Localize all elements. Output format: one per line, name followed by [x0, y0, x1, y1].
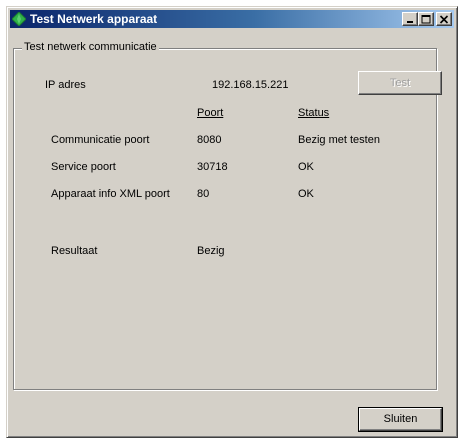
row-label-xml-port: Apparaat info XML poort [51, 188, 170, 200]
caption-buttons [402, 12, 452, 26]
ip-value: 192.168.15.221 [212, 79, 289, 91]
test-button[interactable]: Test [358, 71, 442, 95]
title-bar[interactable]: Test Netwerk apparaat [10, 10, 454, 28]
row-port-communication: 8080 [197, 134, 222, 146]
status-column-header: Status [298, 107, 330, 119]
row-status-service: OK [298, 161, 314, 173]
ip-label: IP adres [45, 79, 86, 91]
green-diamond-icon [11, 11, 27, 27]
close-dialog-button[interactable]: Sluiten [358, 407, 443, 432]
port-column-header: Poort [197, 107, 224, 119]
minimize-button[interactable] [402, 12, 418, 26]
close-button[interactable] [436, 12, 452, 26]
row-status-xml: OK [298, 188, 314, 200]
row-label-service-port: Service poort [51, 161, 116, 173]
row-label-communication-port: Communicatie poort [51, 134, 150, 146]
maximize-button[interactable] [418, 12, 434, 26]
row-port-service: 30718 [197, 161, 228, 173]
maximize-icon [421, 15, 431, 24]
result-value: Bezig [197, 245, 225, 257]
minimize-icon [407, 21, 413, 23]
close-icon [439, 15, 449, 24]
test-group-box [13, 48, 437, 390]
group-legend: Test netwerk communicatie [22, 41, 159, 54]
result-label: Resultaat [51, 245, 98, 257]
row-status-communication: Bezig met testen [298, 134, 380, 146]
window-title: Test Netwerk apparaat [30, 12, 158, 26]
row-port-xml: 80 [197, 188, 210, 200]
